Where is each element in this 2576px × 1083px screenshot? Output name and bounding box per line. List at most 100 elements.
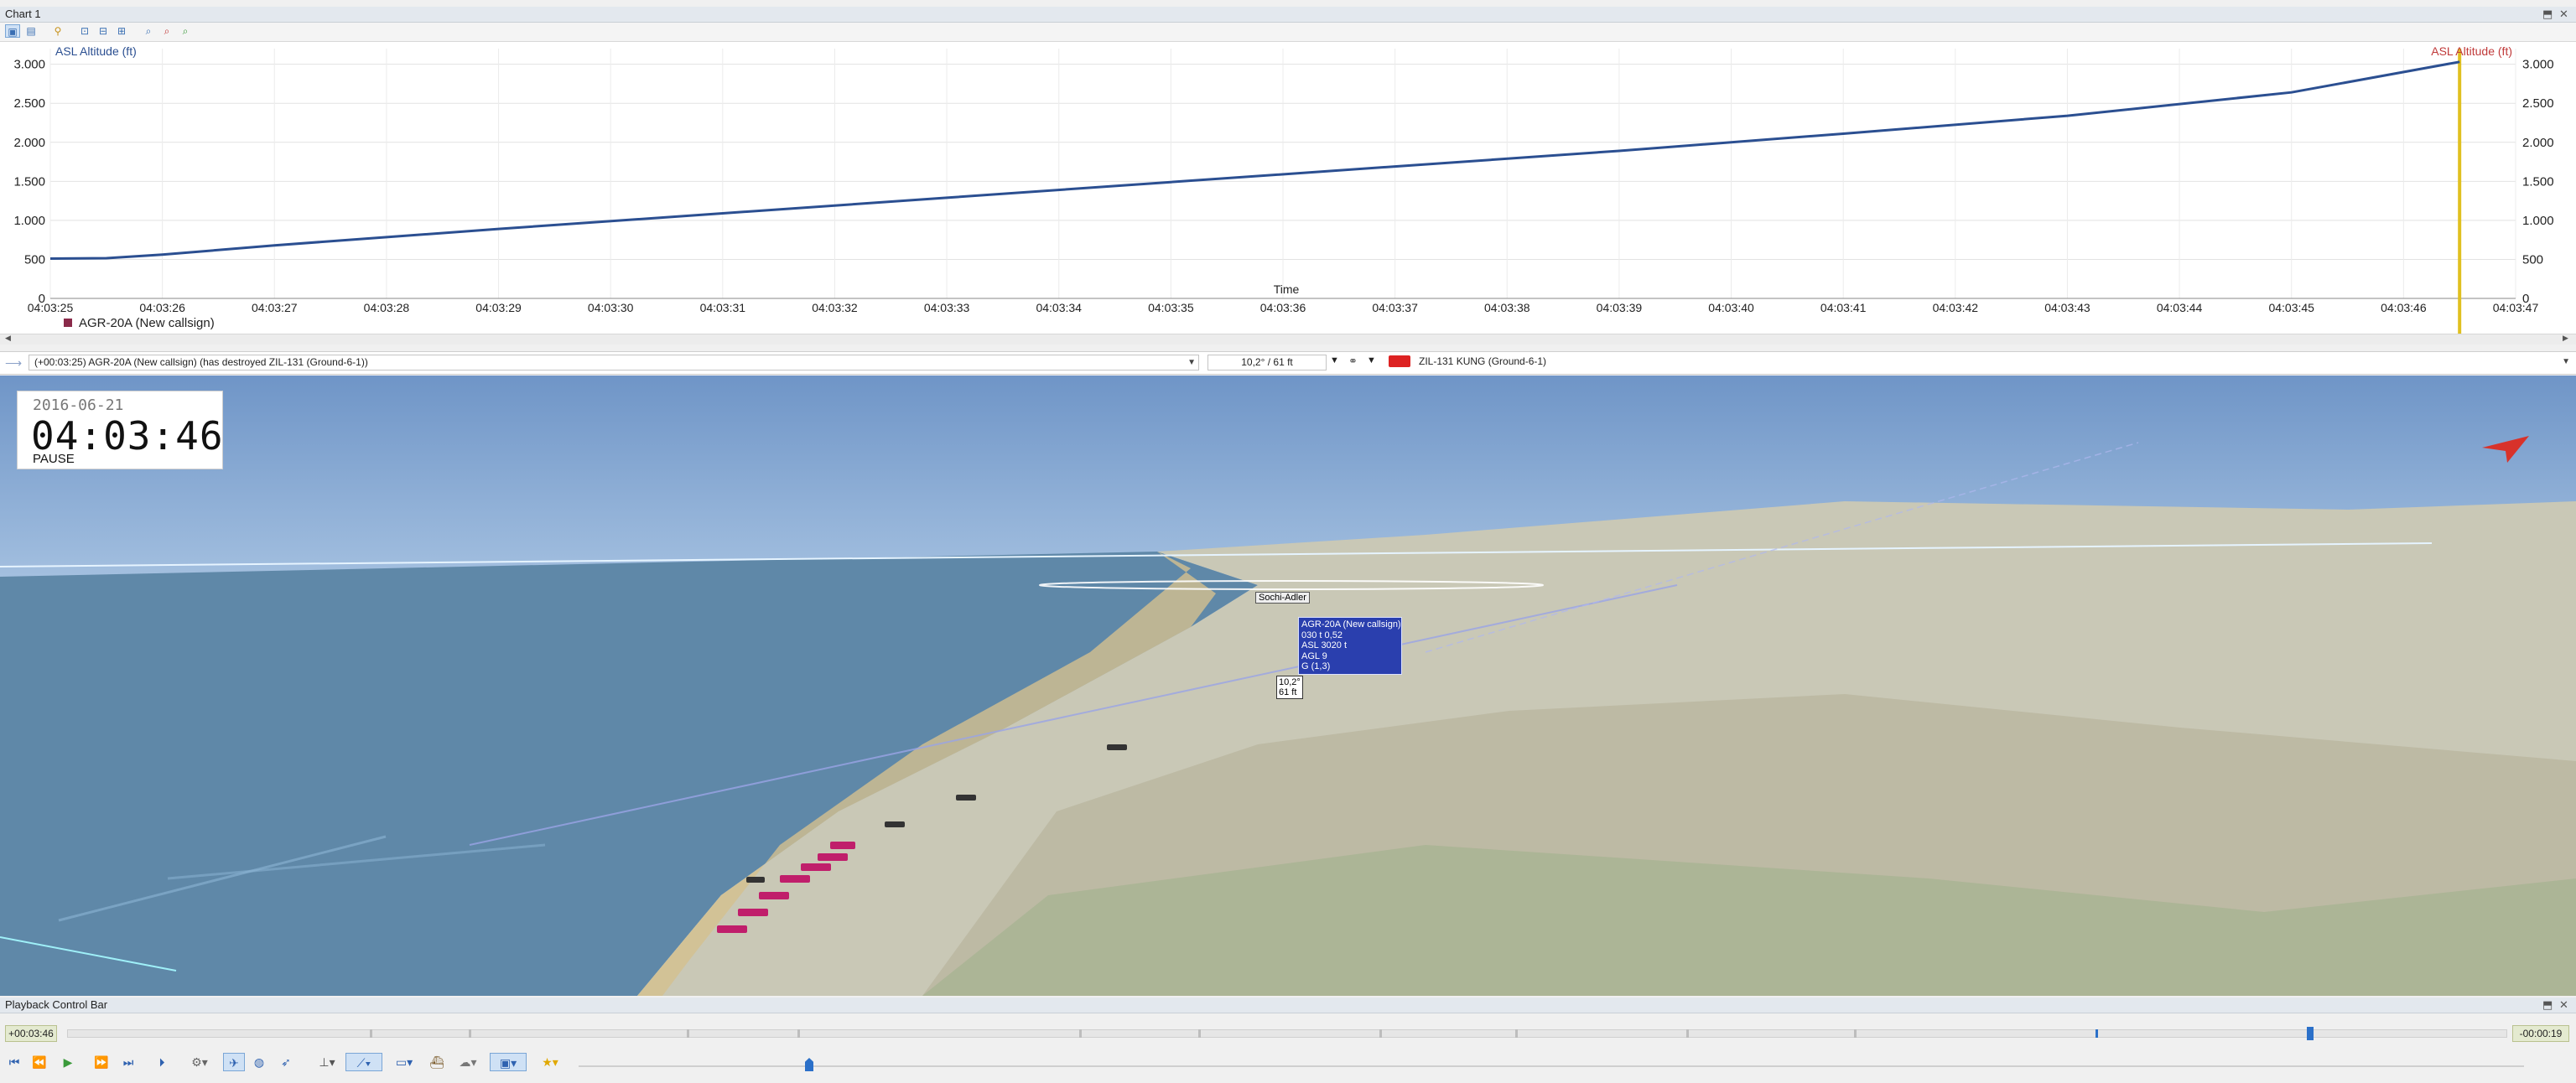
- altitude-chart-svg: 05001.0001.5002.0002.5003.000 05001.0001…: [13, 44, 2554, 334]
- y-tick-label: 1.000: [13, 214, 45, 228]
- y-tick-label: 500: [24, 252, 45, 267]
- remaining-time: -00:00:19: [2512, 1025, 2569, 1042]
- legend-left: ASL Altitude (ft): [55, 44, 137, 58]
- clock-date: 2016-06-21: [33, 396, 124, 414]
- chart-horizontal-scrollbar[interactable]: ◀ ▶: [0, 334, 2576, 345]
- playback-window-titlebar[interactable]: Playback Control Bar ⬒ ✕: [0, 998, 2576, 1013]
- play-icon[interactable]: ▶: [57, 1053, 79, 1071]
- pin-icon[interactable]: ⬒: [2542, 8, 2553, 21]
- truck-icon: [1389, 355, 1410, 367]
- star-icon[interactable]: ★▾: [535, 1053, 565, 1071]
- chart-window-titlebar[interactable]: Chart 1 ⬒ ✕: [0, 7, 2576, 23]
- y-tick-label: 2.500: [13, 96, 45, 111]
- zoom-in-icon[interactable]: ⌕: [141, 24, 156, 38]
- weapon-icon: ⟶: [5, 356, 23, 370]
- x-tick-label: 04:03:37: [1372, 301, 1418, 314]
- aircraft-info-label[interactable]: AGR-20A (New callsign) 030 t 0,52 ASL 30…: [1298, 617, 1402, 675]
- x-tick-label: 04:03:34: [1036, 301, 1082, 314]
- ship-icon[interactable]: ⛴: [426, 1053, 448, 1071]
- chevron-down-icon[interactable]: ▼: [1187, 355, 1196, 370]
- series-legend-swatch: [64, 319, 72, 327]
- info-line: 030 t 0,52: [1301, 630, 1343, 640]
- aircraft-icon[interactable]: ✈: [223, 1053, 245, 1071]
- step-back-icon[interactable]: ⏪: [30, 1053, 49, 1071]
- x-tick-label: 04:03:41: [1820, 301, 1867, 314]
- ruler-icon[interactable]: ⟋▾: [345, 1053, 382, 1071]
- cloud-icon[interactable]: ☁▾: [453, 1053, 483, 1071]
- y-axis-right: 05001.0001.5002.0002.5003.000: [2522, 58, 2554, 306]
- target-select-value: ZIL-131 KUNG (Ground-6-1): [1419, 355, 1547, 367]
- x-tick-label: 04:03:45: [2268, 301, 2314, 314]
- globe-icon[interactable]: ◍: [248, 1053, 270, 1071]
- y-tick-label: 1.500: [2522, 174, 2554, 189]
- x-tick-label: 04:03:38: [1484, 301, 1530, 314]
- link-icon[interactable]: ⚭: [1348, 355, 1358, 368]
- y-tick-label: 1.500: [13, 174, 45, 189]
- x-tick-label: 04:03:25: [28, 301, 74, 314]
- legend-right: ASL Altitude (ft): [2431, 44, 2512, 58]
- measure-dropdown-icon[interactable]: ▼: [1330, 355, 1339, 365]
- timeline-thumb[interactable]: [2307, 1027, 2314, 1040]
- skip-start-icon[interactable]: ⏮: [5, 1053, 23, 1071]
- altitude-chart[interactable]: 0 500 1.000 1.500 2.000 2.500 3.000 0 500 1.000 1…: [0, 42, 2576, 334]
- terrain-icon[interactable]: ▭▾: [386, 1053, 423, 1071]
- x-tick-label: 04:03:42: [1933, 301, 1979, 314]
- zoom-reset-icon[interactable]: ⌕: [178, 24, 193, 38]
- scroll-left-icon[interactable]: ◀: [5, 334, 11, 343]
- distance-angle: 10,2°: [1279, 677, 1301, 687]
- clock-state: PAUSE: [33, 452, 75, 466]
- distance-label: 10,2° 61 ft: [1276, 676, 1303, 699]
- display-icon[interactable]: ▣▾: [490, 1053, 527, 1071]
- y-tick-label: 3.000: [2522, 58, 2554, 72]
- speed-slider-track[interactable]: [579, 1065, 2524, 1067]
- y-tick-label: 1.000: [2522, 214, 2554, 228]
- x-axis: 04:03:25 04:03:26 04:03:27 04:03:28 04:03:29…: [28, 301, 2539, 314]
- event-bar: ⟶ (+00:03:25) AGR-20A (New callsign) (ha…: [0, 351, 2576, 375]
- info-line: ASL 3020 t: [1301, 640, 1348, 650]
- event-select-value: (+00:03:25) AGR-20A (New callsign) (has …: [34, 356, 368, 368]
- timeline-track[interactable]: [67, 1027, 2507, 1040]
- y-tick-label: 2.000: [2522, 136, 2554, 150]
- x-tick-label: 04:03:29: [475, 301, 522, 314]
- info-line: G (1,3): [1301, 661, 1331, 671]
- close-icon[interactable]: ✕: [2559, 998, 2568, 1012]
- playback-controls: +00:03:46 -00:00:19 ⏮ ⏪ ▶ ⏩ ⏭ ⏵ ⚙▾ ✈ ◍ ➶…: [0, 1013, 2576, 1083]
- x-tick-label: 04:03:46: [2381, 301, 2427, 314]
- x-tick-label: 04:03:31: [700, 301, 746, 314]
- x-tick-label: 04:03:33: [924, 301, 970, 314]
- camera-icon[interactable]: ⚙▾: [184, 1053, 215, 1071]
- zoom-x-icon[interactable]: ⊟: [96, 24, 111, 38]
- pin-icon[interactable]: ⬒: [2542, 998, 2553, 1012]
- x-tick-label: 04:03:40: [1708, 301, 1754, 314]
- x-tick-label: 04:03:39: [1597, 301, 1643, 314]
- zoom-fit-icon[interactable]: ⊡: [77, 24, 92, 38]
- x-tick-label: 04:03:32: [812, 301, 858, 314]
- missile-icon[interactable]: ➶: [275, 1053, 297, 1071]
- speed-slider-thumb[interactable]: [805, 1058, 813, 1071]
- step-forward-icon[interactable]: ⏩: [92, 1053, 111, 1071]
- x-tick-label: 04:03:44: [2157, 301, 2203, 314]
- key-icon[interactable]: ⚲: [50, 24, 65, 38]
- chevron-down-icon[interactable]: ▼: [2562, 355, 2570, 369]
- measure-field[interactable]: 10,2° / 61 ft: [1208, 355, 1327, 370]
- place-label[interactable]: Sochi-Adler: [1255, 592, 1310, 604]
- scroll-right-icon[interactable]: ▶: [2563, 334, 2568, 343]
- series-legend-label: AGR-20A (New callsign): [79, 316, 215, 330]
- target-select[interactable]: ZIL-131 KUNG (Ground-6-1) ▼: [1414, 355, 2573, 370]
- skip-end-icon[interactable]: ⏭: [119, 1053, 138, 1071]
- view-mode-2-icon[interactable]: ▤: [23, 24, 39, 38]
- view-mode-1-icon[interactable]: ▣: [5, 24, 20, 38]
- distance-value: 61 ft: [1279, 687, 1297, 697]
- zoom-out-icon[interactable]: ⌕: [159, 24, 174, 38]
- zoom-y-icon[interactable]: ⊞: [114, 24, 129, 38]
- link-dropdown-icon[interactable]: ▼: [1367, 355, 1376, 365]
- event-select[interactable]: (+00:03:25) AGR-20A (New callsign) (has …: [29, 355, 1199, 370]
- close-icon[interactable]: ✕: [2559, 8, 2568, 21]
- record-icon[interactable]: ⏵: [153, 1053, 171, 1071]
- x-tick-label: 04:03:36: [1260, 301, 1306, 314]
- y-tick-label: 2.500: [2522, 96, 2554, 111]
- axes-icon[interactable]: ⊥▾: [312, 1053, 342, 1071]
- info-line: AGL 9: [1301, 650, 1327, 661]
- north-arrow-icon: [2482, 436, 2529, 463]
- x-axis-title: Time: [1274, 282, 1300, 296]
